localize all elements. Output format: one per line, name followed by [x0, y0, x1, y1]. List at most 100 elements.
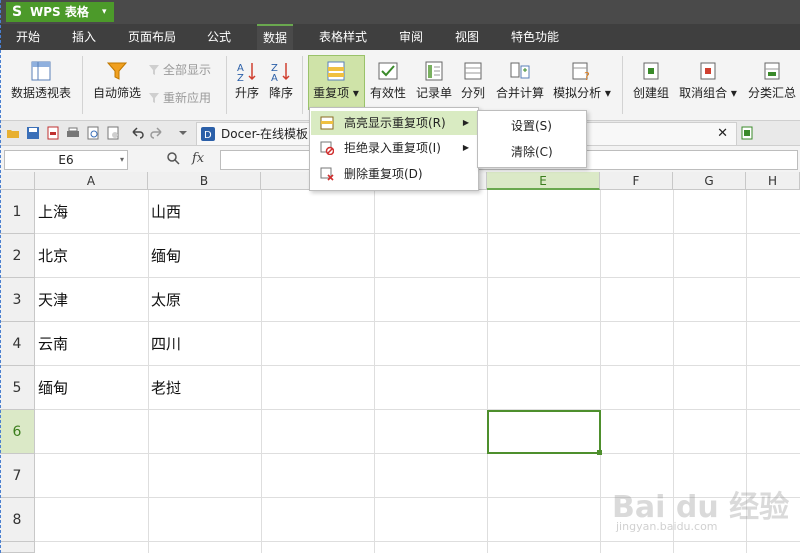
row-header-2[interactable]: 2 — [0, 234, 35, 278]
menu-item-reject-duplicates[interactable]: 拒绝录入重复项(I) ▶ — [311, 136, 477, 160]
chevron-down-icon[interactable] — [176, 126, 190, 140]
sort-ascending-icon: AZ — [237, 63, 256, 82]
tab-data[interactable]: 数据 — [257, 24, 294, 50]
doc-tab-label: Docer-在线模板 — [221, 127, 309, 141]
app-menu-button[interactable]: S WPS 表格 ▾ — [6, 2, 114, 22]
wps-logo-icon: S — [12, 4, 23, 20]
cell-b5[interactable]: 老挝 — [151, 366, 181, 410]
row-header-6[interactable]: 6 — [0, 410, 35, 454]
submenu-item-clear[interactable]: 清除(C) — [478, 139, 586, 165]
show-all-label: 全部显示 — [163, 63, 212, 77]
what-if-icon: ? — [572, 62, 590, 82]
column-header-f[interactable]: F — [600, 172, 673, 190]
cell-a2[interactable]: 北京 — [38, 234, 68, 278]
grid-line — [35, 321, 800, 322]
function-fx-icon[interactable]: fx — [192, 151, 204, 166]
chevron-down-icon: ▾ — [102, 7, 107, 17]
what-if-label: 模拟分析 ▾ — [553, 86, 611, 100]
validity-button[interactable]: 有效性 — [368, 60, 408, 101]
menu-item-highlight-duplicates[interactable]: 高亮显示重复项(R) ▶ — [311, 111, 477, 135]
menu-item-delete-duplicates[interactable]: 删除重复项(D) — [311, 162, 477, 186]
funnel-icon — [106, 62, 128, 80]
menu-item-label: 高亮显示重复项(R) — [344, 116, 446, 130]
export-pdf-icon[interactable] — [46, 126, 60, 140]
funnel-reapply-icon — [149, 93, 159, 103]
column-header-a[interactable]: A — [35, 172, 148, 190]
reapply-button[interactable]: 重新应用 — [148, 89, 220, 106]
print-icon[interactable] — [66, 126, 80, 140]
svg-text:D: D — [204, 130, 212, 141]
row-header-4[interactable]: 4 — [0, 322, 35, 366]
text-to-columns-button[interactable]: 分列 — [458, 60, 488, 101]
zoom-search-icon[interactable] — [166, 151, 180, 165]
submenu-item-settings[interactable]: 设置(S) — [478, 113, 586, 139]
consolidate-button[interactable]: 合并计算 — [494, 60, 546, 101]
subtotal-button[interactable]: 分类汇总 — [744, 60, 800, 101]
ungroup-button[interactable]: 取消组合 ▾ — [678, 60, 738, 101]
doc-tab-docer[interactable]: D Docer-在线模板 — [196, 122, 318, 146]
delete-duplicates-icon — [320, 167, 334, 181]
window-edge-dashed-line — [0, 0, 3, 553]
cell-a4[interactable]: 云南 — [38, 322, 68, 366]
column-header-b[interactable]: B — [148, 172, 261, 190]
open-folder-icon[interactable] — [6, 126, 20, 140]
tab-formula[interactable]: 公式 — [201, 24, 237, 50]
tab-home[interactable]: 开始 — [10, 24, 46, 50]
split-label: 分列 — [460, 86, 485, 100]
column-header-g[interactable]: G — [673, 172, 746, 190]
name-box-value: E6 — [58, 153, 74, 167]
validity-icon — [378, 62, 398, 80]
tab-review[interactable]: 审阅 — [393, 24, 429, 50]
show-all-button[interactable]: 全部显示 — [148, 61, 220, 78]
chevron-right-icon: ▶ — [462, 143, 469, 152]
redo-icon[interactable] — [150, 126, 164, 140]
sort-ascending-button[interactable]: AZ 升序 — [232, 60, 262, 101]
cell-b4[interactable]: 四川 — [151, 322, 181, 366]
ribbon-divider — [82, 56, 83, 114]
record-form-button[interactable]: 记录单 — [414, 60, 454, 101]
column-header-h[interactable]: H — [746, 172, 800, 190]
svg-text:?: ? — [584, 70, 590, 82]
sheet-file-icon[interactable] — [740, 126, 754, 140]
tab-special[interactable]: 特色功能 — [505, 24, 565, 50]
cell-a3[interactable]: 天津 — [38, 278, 68, 322]
tab-page-layout[interactable]: 页面布局 — [122, 24, 182, 50]
undo-icon[interactable] — [130, 126, 144, 140]
row-header-7[interactable]: 7 — [0, 454, 35, 498]
sort-descending-button[interactable]: ZA 降序 — [266, 60, 296, 101]
cell-a5[interactable]: 缅甸 — [38, 366, 68, 410]
autofilter-button[interactable]: 自动筛选 — [90, 60, 144, 101]
row-header-9[interactable] — [0, 542, 35, 553]
row-header-1[interactable]: 1 — [0, 190, 35, 234]
fill-handle[interactable] — [597, 450, 602, 455]
submenu-item-label: 清除(C) — [511, 145, 553, 159]
ungroup-label: 取消组合 ▾ — [679, 86, 737, 100]
grid-line — [35, 277, 800, 278]
save-icon[interactable] — [26, 126, 40, 140]
close-icon[interactable]: ✕ — [717, 123, 728, 145]
selected-cell-e6[interactable] — [487, 410, 601, 454]
tab-insert[interactable]: 插入 — [66, 24, 102, 50]
tab-view[interactable]: 视图 — [449, 24, 485, 50]
doc-tab-workbook[interactable]: ✕ — [585, 122, 737, 146]
grid-line — [35, 409, 800, 410]
duplicates-dropdown-menu: 高亮显示重复项(R) ▶ 拒绝录入重复项(I) ▶ 删除重复项(D) — [309, 107, 479, 191]
tab-table-style[interactable]: 表格样式 — [313, 24, 373, 50]
column-header-e[interactable]: E — [487, 172, 600, 190]
select-all-corner[interactable] — [0, 172, 35, 190]
row-header-5[interactable]: 5 — [0, 366, 35, 410]
pivot-table-button[interactable]: 数据透视表 — [8, 60, 74, 101]
duplicates-button[interactable]: 重复项 ▾ — [310, 60, 362, 101]
cell-b3[interactable]: 太原 — [151, 278, 181, 322]
row-header-3[interactable]: 3 — [0, 278, 35, 322]
what-if-analysis-button[interactable]: ? 模拟分析 ▾ — [552, 60, 612, 101]
cell-b2[interactable]: 缅甸 — [151, 234, 181, 278]
cell-b1[interactable]: 山西 — [151, 190, 181, 234]
print-preview-icon[interactable] — [86, 126, 100, 140]
name-box[interactable]: E6 ▾ — [4, 150, 128, 170]
chevron-down-icon[interactable]: ▾ — [120, 151, 124, 169]
group-button[interactable]: 创建组 — [630, 60, 672, 101]
document-icon[interactable] — [106, 126, 120, 140]
row-header-8[interactable]: 8 — [0, 498, 35, 542]
cell-a1[interactable]: 上海 — [38, 190, 68, 234]
